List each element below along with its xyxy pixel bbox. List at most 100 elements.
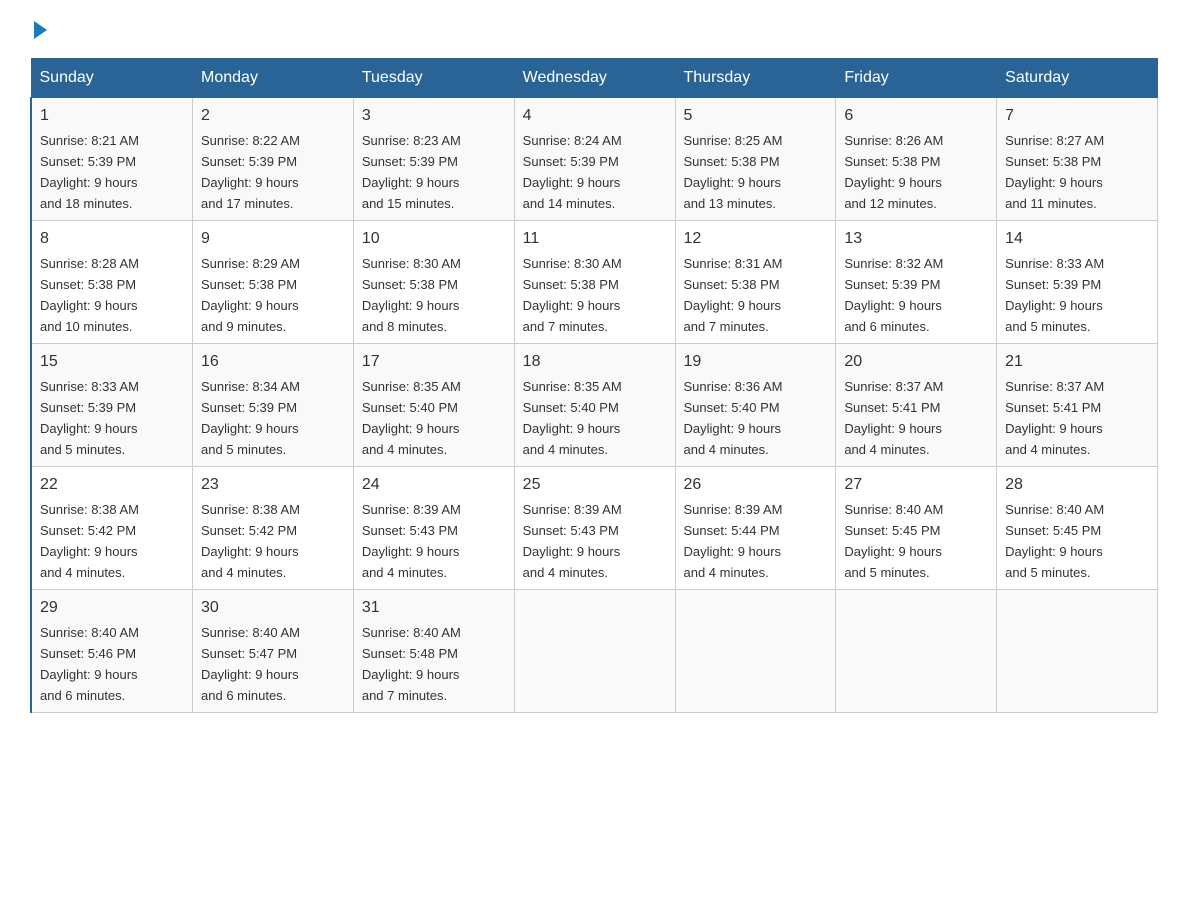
calendar-cell xyxy=(675,590,836,713)
header-sunday: Sunday xyxy=(31,59,193,98)
calendar-cell: 21 Sunrise: 8:37 AMSunset: 5:41 PMDaylig… xyxy=(997,344,1158,467)
day-number: 12 xyxy=(684,227,828,251)
header-wednesday: Wednesday xyxy=(514,59,675,98)
calendar-cell: 9 Sunrise: 8:29 AMSunset: 5:38 PMDayligh… xyxy=(193,221,354,344)
day-info: Sunrise: 8:28 AMSunset: 5:38 PMDaylight:… xyxy=(40,256,139,334)
day-info: Sunrise: 8:38 AMSunset: 5:42 PMDaylight:… xyxy=(201,502,300,580)
day-number: 19 xyxy=(684,350,828,374)
day-info: Sunrise: 8:40 AMSunset: 5:45 PMDaylight:… xyxy=(844,502,943,580)
day-info: Sunrise: 8:30 AMSunset: 5:38 PMDaylight:… xyxy=(523,256,622,334)
day-info: Sunrise: 8:30 AMSunset: 5:38 PMDaylight:… xyxy=(362,256,461,334)
day-info: Sunrise: 8:33 AMSunset: 5:39 PMDaylight:… xyxy=(40,379,139,457)
header-thursday: Thursday xyxy=(675,59,836,98)
week-row-2: 8 Sunrise: 8:28 AMSunset: 5:38 PMDayligh… xyxy=(31,221,1158,344)
day-number: 10 xyxy=(362,227,506,251)
day-number: 13 xyxy=(844,227,988,251)
day-info: Sunrise: 8:40 AMSunset: 5:45 PMDaylight:… xyxy=(1005,502,1104,580)
day-info: Sunrise: 8:27 AMSunset: 5:38 PMDaylight:… xyxy=(1005,133,1104,211)
day-number: 2 xyxy=(201,104,345,128)
calendar-cell: 2 Sunrise: 8:22 AMSunset: 5:39 PMDayligh… xyxy=(193,98,354,221)
calendar-cell: 5 Sunrise: 8:25 AMSunset: 5:38 PMDayligh… xyxy=(675,98,836,221)
day-number: 14 xyxy=(1005,227,1149,251)
day-info: Sunrise: 8:35 AMSunset: 5:40 PMDaylight:… xyxy=(362,379,461,457)
day-info: Sunrise: 8:38 AMSunset: 5:42 PMDaylight:… xyxy=(40,502,139,580)
day-number: 17 xyxy=(362,350,506,374)
day-number: 4 xyxy=(523,104,667,128)
day-number: 23 xyxy=(201,473,345,497)
day-info: Sunrise: 8:33 AMSunset: 5:39 PMDaylight:… xyxy=(1005,256,1104,334)
day-number: 30 xyxy=(201,596,345,620)
day-number: 9 xyxy=(201,227,345,251)
calendar-cell: 22 Sunrise: 8:38 AMSunset: 5:42 PMDaylig… xyxy=(31,467,193,590)
week-row-1: 1 Sunrise: 8:21 AMSunset: 5:39 PMDayligh… xyxy=(31,98,1158,221)
day-number: 29 xyxy=(40,596,184,620)
day-number: 3 xyxy=(362,104,506,128)
week-row-5: 29 Sunrise: 8:40 AMSunset: 5:46 PMDaylig… xyxy=(31,590,1158,713)
day-info: Sunrise: 8:21 AMSunset: 5:39 PMDaylight:… xyxy=(40,133,139,211)
day-number: 21 xyxy=(1005,350,1149,374)
day-number: 15 xyxy=(40,350,184,374)
page-header xyxy=(30,20,1158,38)
calendar-cell: 27 Sunrise: 8:40 AMSunset: 5:45 PMDaylig… xyxy=(836,467,997,590)
header-tuesday: Tuesday xyxy=(353,59,514,98)
calendar-cell: 26 Sunrise: 8:39 AMSunset: 5:44 PMDaylig… xyxy=(675,467,836,590)
day-info: Sunrise: 8:34 AMSunset: 5:39 PMDaylight:… xyxy=(201,379,300,457)
calendar-cell: 30 Sunrise: 8:40 AMSunset: 5:47 PMDaylig… xyxy=(193,590,354,713)
day-info: Sunrise: 8:39 AMSunset: 5:43 PMDaylight:… xyxy=(523,502,622,580)
calendar-cell: 10 Sunrise: 8:30 AMSunset: 5:38 PMDaylig… xyxy=(353,221,514,344)
day-number: 31 xyxy=(362,596,506,620)
day-info: Sunrise: 8:29 AMSunset: 5:38 PMDaylight:… xyxy=(201,256,300,334)
day-info: Sunrise: 8:36 AMSunset: 5:40 PMDaylight:… xyxy=(684,379,783,457)
day-info: Sunrise: 8:32 AMSunset: 5:39 PMDaylight:… xyxy=(844,256,943,334)
day-number: 16 xyxy=(201,350,345,374)
calendar-cell: 13 Sunrise: 8:32 AMSunset: 5:39 PMDaylig… xyxy=(836,221,997,344)
day-info: Sunrise: 8:23 AMSunset: 5:39 PMDaylight:… xyxy=(362,133,461,211)
week-row-4: 22 Sunrise: 8:38 AMSunset: 5:42 PMDaylig… xyxy=(31,467,1158,590)
calendar-cell: 24 Sunrise: 8:39 AMSunset: 5:43 PMDaylig… xyxy=(353,467,514,590)
calendar-cell: 25 Sunrise: 8:39 AMSunset: 5:43 PMDaylig… xyxy=(514,467,675,590)
day-info: Sunrise: 8:35 AMSunset: 5:40 PMDaylight:… xyxy=(523,379,622,457)
day-number: 1 xyxy=(40,104,184,128)
calendar-cell: 3 Sunrise: 8:23 AMSunset: 5:39 PMDayligh… xyxy=(353,98,514,221)
day-number: 18 xyxy=(523,350,667,374)
calendar-cell: 15 Sunrise: 8:33 AMSunset: 5:39 PMDaylig… xyxy=(31,344,193,467)
day-info: Sunrise: 8:37 AMSunset: 5:41 PMDaylight:… xyxy=(844,379,943,457)
calendar-cell: 11 Sunrise: 8:30 AMSunset: 5:38 PMDaylig… xyxy=(514,221,675,344)
logo-arrow-icon xyxy=(34,21,47,39)
calendar-cell: 6 Sunrise: 8:26 AMSunset: 5:38 PMDayligh… xyxy=(836,98,997,221)
calendar-cell: 18 Sunrise: 8:35 AMSunset: 5:40 PMDaylig… xyxy=(514,344,675,467)
day-number: 26 xyxy=(684,473,828,497)
logo xyxy=(30,20,47,38)
day-info: Sunrise: 8:40 AMSunset: 5:46 PMDaylight:… xyxy=(40,625,139,703)
day-number: 20 xyxy=(844,350,988,374)
day-info: Sunrise: 8:39 AMSunset: 5:44 PMDaylight:… xyxy=(684,502,783,580)
day-info: Sunrise: 8:40 AMSunset: 5:47 PMDaylight:… xyxy=(201,625,300,703)
header-monday: Monday xyxy=(193,59,354,98)
day-info: Sunrise: 8:40 AMSunset: 5:48 PMDaylight:… xyxy=(362,625,461,703)
calendar-cell xyxy=(997,590,1158,713)
calendar-cell xyxy=(836,590,997,713)
calendar-cell: 29 Sunrise: 8:40 AMSunset: 5:46 PMDaylig… xyxy=(31,590,193,713)
calendar-cell: 17 Sunrise: 8:35 AMSunset: 5:40 PMDaylig… xyxy=(353,344,514,467)
day-info: Sunrise: 8:39 AMSunset: 5:43 PMDaylight:… xyxy=(362,502,461,580)
calendar-cell: 12 Sunrise: 8:31 AMSunset: 5:38 PMDaylig… xyxy=(675,221,836,344)
calendar-cell xyxy=(514,590,675,713)
calendar-table: SundayMondayTuesdayWednesdayThursdayFrid… xyxy=(30,58,1158,713)
calendar-cell: 23 Sunrise: 8:38 AMSunset: 5:42 PMDaylig… xyxy=(193,467,354,590)
day-number: 27 xyxy=(844,473,988,497)
header-saturday: Saturday xyxy=(997,59,1158,98)
day-info: Sunrise: 8:25 AMSunset: 5:38 PMDaylight:… xyxy=(684,133,783,211)
calendar-cell: 19 Sunrise: 8:36 AMSunset: 5:40 PMDaylig… xyxy=(675,344,836,467)
day-info: Sunrise: 8:24 AMSunset: 5:39 PMDaylight:… xyxy=(523,133,622,211)
calendar-cell: 16 Sunrise: 8:34 AMSunset: 5:39 PMDaylig… xyxy=(193,344,354,467)
calendar-cell: 31 Sunrise: 8:40 AMSunset: 5:48 PMDaylig… xyxy=(353,590,514,713)
day-info: Sunrise: 8:31 AMSunset: 5:38 PMDaylight:… xyxy=(684,256,783,334)
header-friday: Friday xyxy=(836,59,997,98)
calendar-header-row: SundayMondayTuesdayWednesdayThursdayFrid… xyxy=(31,59,1158,98)
calendar-cell: 7 Sunrise: 8:27 AMSunset: 5:38 PMDayligh… xyxy=(997,98,1158,221)
day-number: 22 xyxy=(40,473,184,497)
calendar-cell: 4 Sunrise: 8:24 AMSunset: 5:39 PMDayligh… xyxy=(514,98,675,221)
day-number: 28 xyxy=(1005,473,1149,497)
day-number: 11 xyxy=(523,227,667,251)
day-number: 7 xyxy=(1005,104,1149,128)
